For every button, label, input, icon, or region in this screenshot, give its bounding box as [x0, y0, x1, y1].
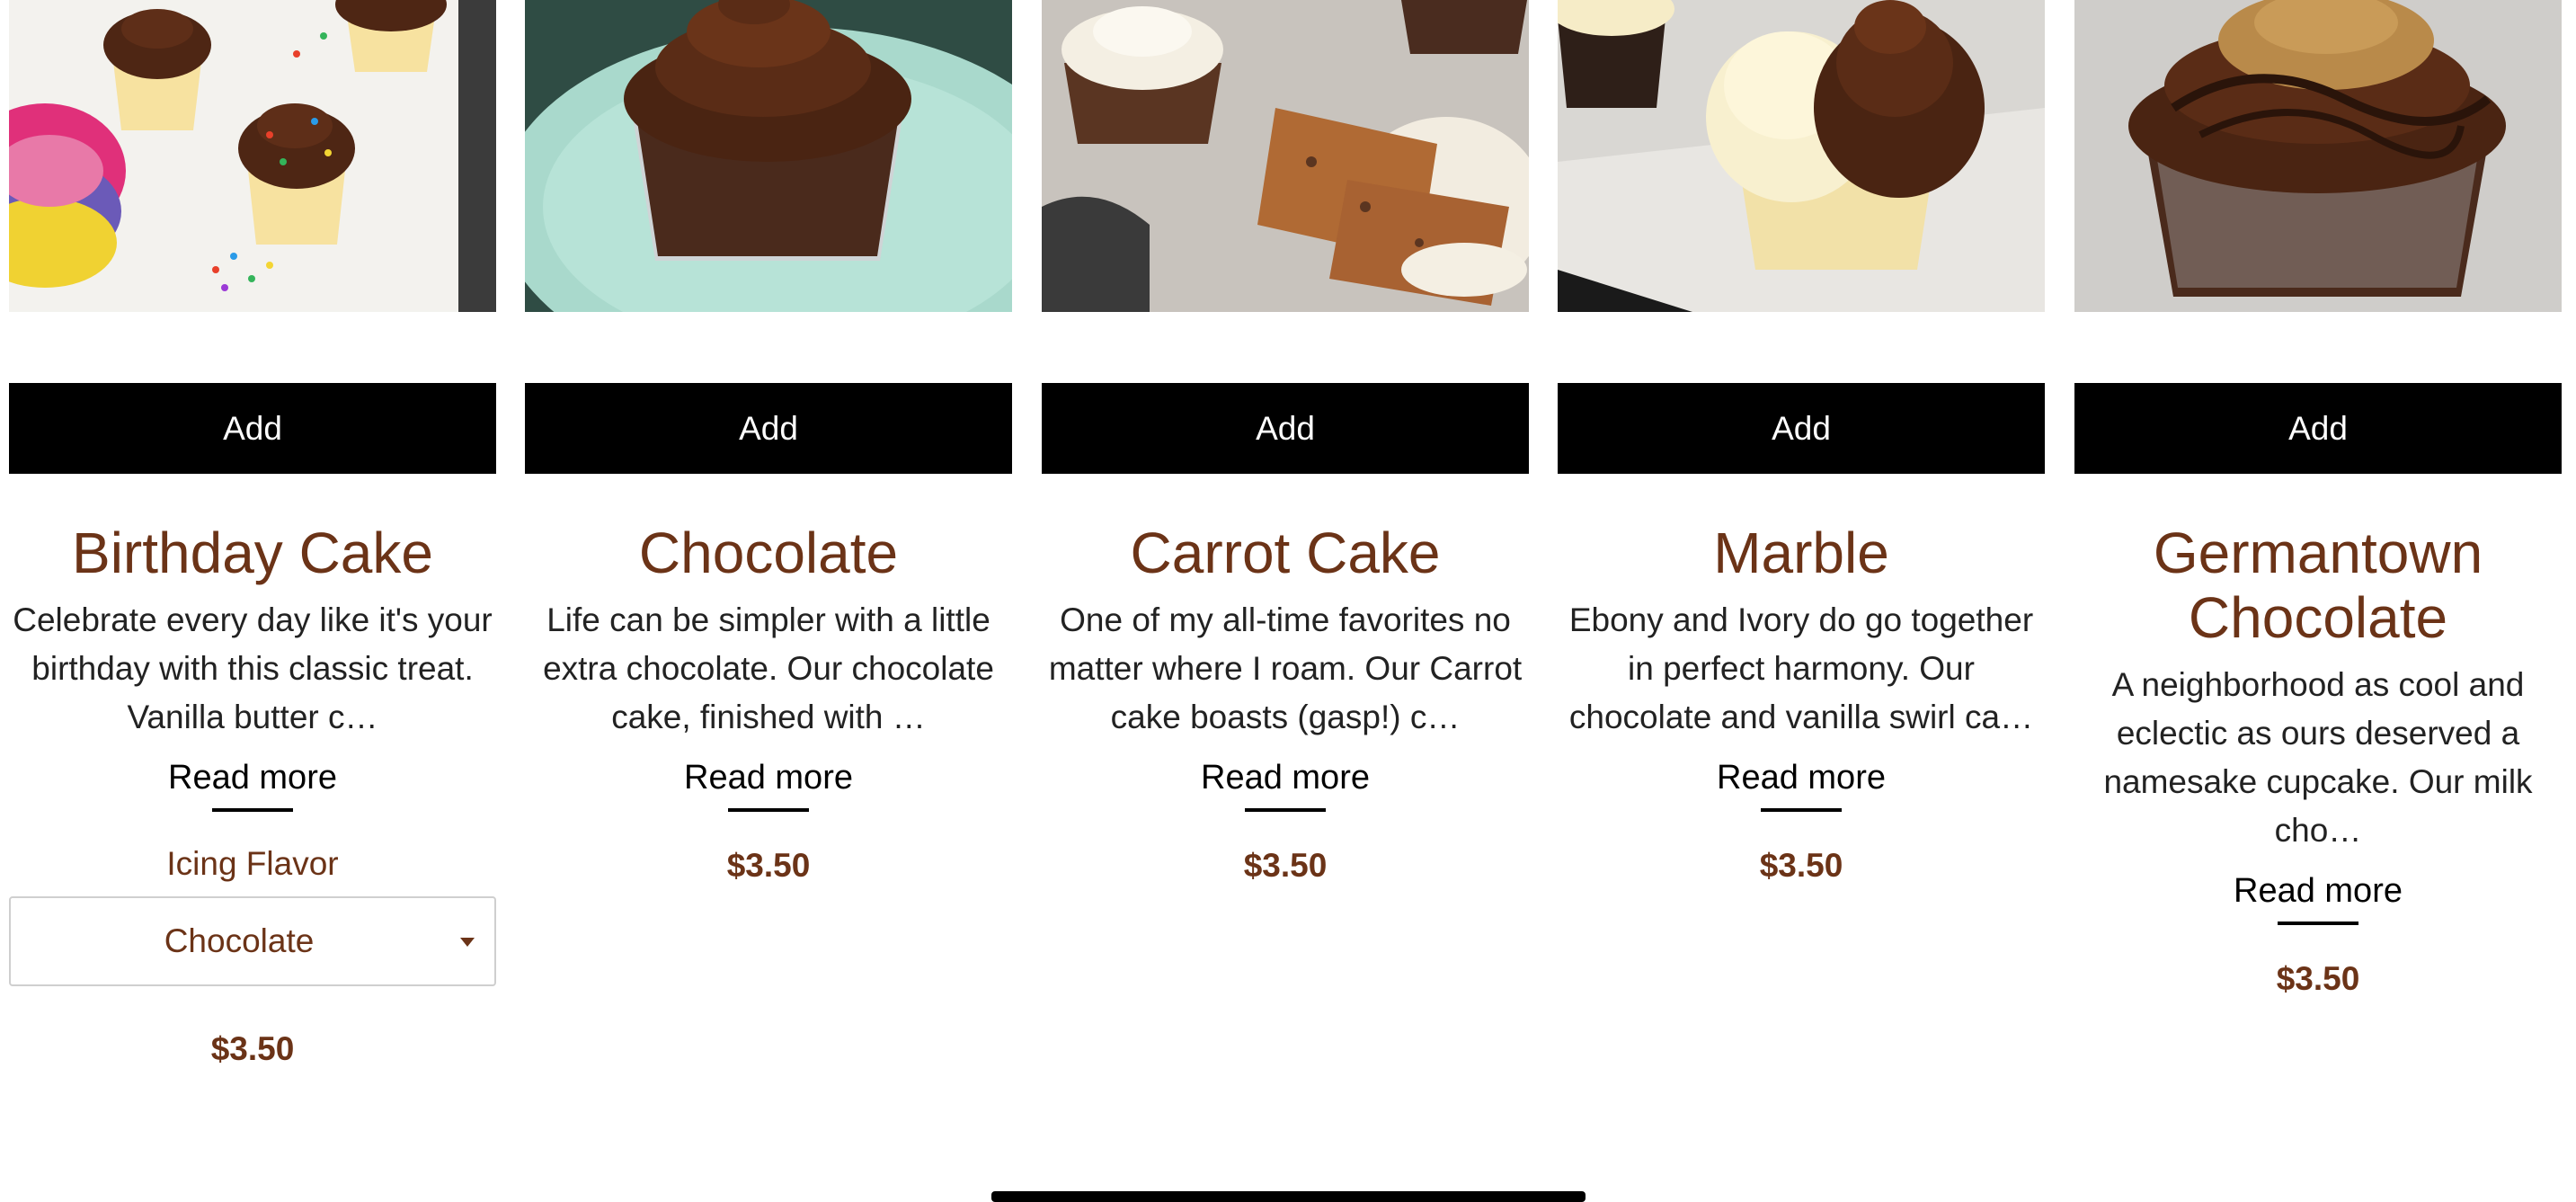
product-image-birthday-cake[interactable]: [9, 0, 496, 312]
add-button-germantown-chocolate[interactable]: Add: [2074, 383, 2562, 474]
cupcake-photo-icon: [525, 0, 1012, 312]
product-description: Ebony and Ivory do go together in perfec…: [1568, 601, 2034, 735]
product-price: $3.50: [1243, 847, 1328, 884]
product-title: Germantown Chocolate: [2153, 521, 2483, 650]
product-price: $3.50: [2276, 960, 2360, 997]
product-price: $3.50: [210, 1030, 295, 1067]
add-button-marble[interactable]: Add: [1558, 383, 2045, 474]
icing-flavor-select[interactable]: Chocolate: [9, 896, 496, 986]
product-card-marble: Add Marble Ebony and Ivory do go togethe…: [1558, 0, 2045, 886]
cupcake-photo-icon: [1558, 0, 2045, 312]
add-button-chocolate[interactable]: Add: [525, 383, 1012, 474]
chevron-down-icon: [460, 938, 475, 947]
product-price: $3.50: [726, 847, 811, 884]
read-more-link[interactable]: Read more: [1201, 758, 1370, 797]
cupcake-photo-icon: [1042, 0, 1529, 312]
product-title: Chocolate: [638, 521, 899, 585]
product-card-birthday-cake: Add Birthday Cake Celebrate every day li…: [9, 0, 496, 1069]
icing-flavor-value: Chocolate: [164, 922, 315, 959]
add-button-birthday-cake[interactable]: Add: [9, 383, 496, 474]
product-grid: Add Birthday Cake Celebrate every day li…: [9, 0, 2567, 1198]
product-description: Life can be simpler with a little extra …: [543, 601, 994, 735]
product-card-chocolate: Add Chocolate Life can be simpler with a…: [525, 0, 1012, 886]
read-more-link[interactable]: Read more: [1717, 758, 1886, 797]
product-description: A neighborhood as cool and eclectic as o…: [2103, 666, 2533, 849]
product-description: One of my all-time favorites no matter w…: [1048, 601, 1523, 735]
product-card-carrot-cake: Add Carrot Cake One of my all-time favor…: [1042, 0, 1529, 886]
product-image-carrot-cake[interactable]: [1042, 0, 1529, 312]
product-image-chocolate[interactable]: [525, 0, 1012, 312]
product-card-germantown-chocolate: Add Germantown Chocolate A neighborhood …: [2074, 0, 2562, 999]
read-more-underline: [1761, 808, 1842, 812]
bottom-button-edge[interactable]: [991, 1191, 1586, 1202]
read-more-link[interactable]: Read more: [168, 758, 337, 797]
read-more-underline: [2278, 922, 2358, 925]
product-image-germantown-chocolate[interactable]: [2074, 0, 2562, 312]
product-price: $3.50: [1759, 847, 1843, 884]
product-title: Birthday Cake: [72, 521, 433, 585]
read-more-underline: [212, 808, 293, 812]
cupcake-photo-icon: [9, 0, 496, 312]
add-button-carrot-cake[interactable]: Add: [1042, 383, 1529, 474]
read-more-link[interactable]: Read more: [2234, 871, 2403, 911]
cupcake-photo-icon: [2074, 0, 2562, 312]
product-title: Carrot Cake: [1130, 521, 1441, 585]
read-more-underline: [1245, 808, 1326, 812]
read-more-underline: [728, 808, 809, 812]
read-more-link[interactable]: Read more: [684, 758, 853, 797]
product-title: Marble: [1713, 521, 1889, 585]
product-image-marble[interactable]: [1558, 0, 2045, 312]
icing-flavor-label: Icing Flavor: [166, 845, 339, 882]
product-description: Celebrate every day like it's your birth…: [13, 601, 493, 735]
